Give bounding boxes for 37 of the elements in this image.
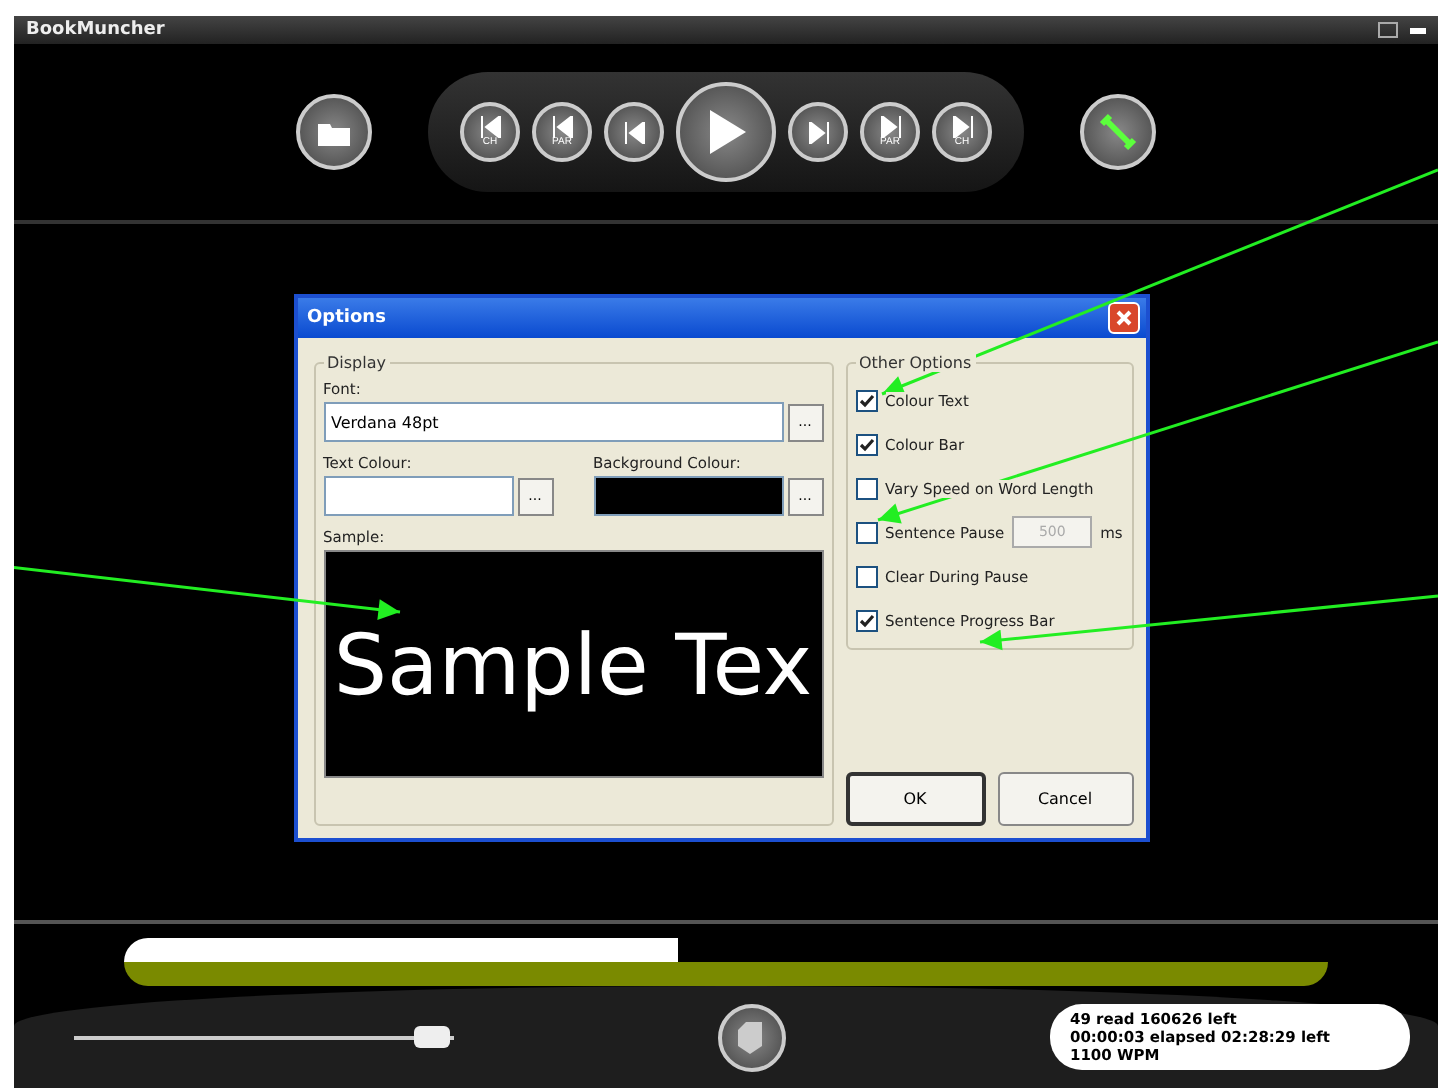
window-title: BookMuncher — [26, 20, 165, 40]
bookmark-button[interactable] — [718, 1003, 786, 1071]
checkbox[interactable] — [855, 477, 877, 499]
group-label: Display — [323, 354, 390, 372]
open-button[interactable] — [296, 94, 372, 170]
skip-forward-icon — [951, 116, 973, 138]
close-icon — [1115, 310, 1131, 326]
colour-field[interactable] — [593, 476, 783, 516]
skip-back-button[interactable] — [604, 102, 664, 162]
ok-button[interactable]: OK — [845, 772, 985, 826]
group-label: Other Options — [855, 354, 976, 372]
cancel-button[interactable]: Cancel — [997, 772, 1133, 826]
minimize-icon[interactable] — [1410, 27, 1426, 33]
sample-preview: Sample Tex — [323, 550, 823, 778]
close-button[interactable] — [1107, 302, 1139, 334]
skip-back-icon — [623, 121, 645, 143]
play-button[interactable] — [676, 82, 776, 182]
skip-back-icon — [551, 116, 573, 138]
colour-field[interactable] — [323, 476, 513, 516]
slider-thumb[interactable] — [413, 1025, 450, 1047]
checkbox[interactable] — [855, 565, 877, 587]
settings-button[interactable] — [1080, 94, 1156, 170]
tag-icon — [738, 1021, 766, 1053]
restore-icon[interactable] — [1378, 22, 1398, 38]
skip-forward-button[interactable] — [788, 102, 848, 162]
play-icon — [704, 108, 748, 156]
skip-back-icon — [479, 116, 501, 138]
folder-icon — [318, 119, 350, 145]
checkbox[interactable] — [855, 389, 877, 411]
skip-forward-icon — [807, 121, 829, 143]
checkbox[interactable] — [855, 521, 877, 543]
checkbox[interactable] — [855, 433, 877, 455]
font-field[interactable]: Verdana 48pt — [323, 402, 783, 442]
bone-icon — [1098, 112, 1138, 152]
skip-forward-icon — [879, 116, 901, 138]
checkbox[interactable] — [855, 609, 877, 631]
dialog-title: Options — [307, 308, 386, 328]
